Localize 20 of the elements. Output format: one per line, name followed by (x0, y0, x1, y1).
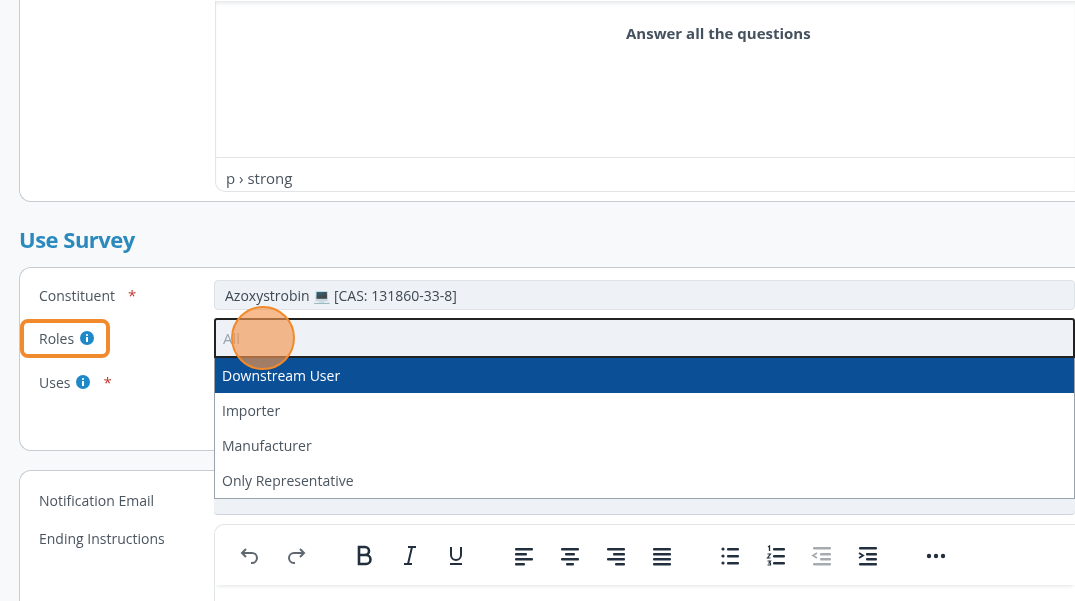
dropdown-option[interactable]: Manufacturer (215, 428, 1074, 463)
dropdown-option[interactable]: Only Representative (215, 463, 1074, 498)
constituent-field: Azoxystrobin 💻 [CAS: 131860-33-8] (214, 280, 1075, 310)
required-mark: * (103, 372, 112, 392)
dropdown-option[interactable]: Downstream User (215, 358, 1074, 393)
indent-icon[interactable] (857, 544, 879, 566)
rich-text-editor[interactable]: Answer all the questions p › strong (215, 1, 1075, 192)
field-label: Ending Instructions (39, 529, 165, 548)
info-icon[interactable] (76, 375, 91, 389)
element-path: p › strong (226, 170, 293, 186)
numbered-list-icon[interactable] (765, 544, 787, 566)
field-label: Uses (39, 372, 71, 392)
required-mark: * (128, 285, 137, 305)
field-label: Constituent (39, 285, 116, 305)
dropdown-option[interactable]: Importer (215, 393, 1074, 428)
field-label: Notification Email (39, 490, 154, 510)
editor-text: Answer all the questions (625, 23, 812, 43)
field-label: Roles (39, 328, 75, 348)
section-heading: Use Survey (19, 224, 136, 254)
info-icon[interactable] (80, 331, 95, 345)
